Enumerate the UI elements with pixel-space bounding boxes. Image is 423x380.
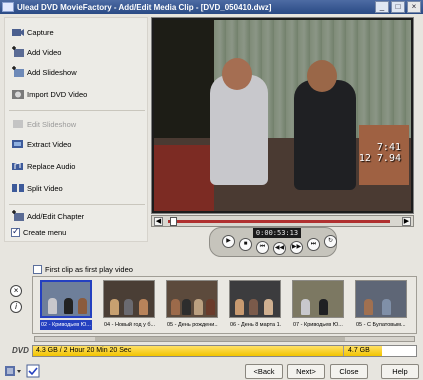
step-forward-button[interactable]: ▶▶ [290, 241, 303, 254]
clip-strip-scroll-thumb[interactable] [95, 337, 345, 341]
clip-thumbnail [355, 280, 407, 318]
import-dvd-video-label: Import DVD Video [27, 89, 88, 99]
repeat-button[interactable]: ↻ [324, 235, 337, 248]
add-slideshow-task[interactable]: Add Slideshow [11, 64, 77, 80]
next-frame-button[interactable]: ⏭ [307, 238, 320, 251]
clip-thumbnail [166, 280, 218, 318]
preview-window: 7:41 12 7.94 [151, 17, 414, 214]
scrub-left-arrow-icon[interactable]: ◀ [154, 217, 163, 226]
replace-audio-icon [11, 160, 25, 172]
clip-thumbnail [229, 280, 281, 318]
video-frame: 7:41 12 7.94 [154, 20, 411, 211]
add-video-task[interactable]: Add Video [11, 44, 61, 60]
project-settings-icon[interactable] [4, 364, 21, 378]
add-slideshow-icon [11, 66, 25, 78]
media-clip[interactable]: 06 - День 8 марта 1... [229, 280, 281, 332]
app-icon [2, 2, 14, 12]
title-bar: Ulead DVD MovieFactory - Add/Edit Media … [0, 0, 423, 14]
step-back-button[interactable]: ◀◀ [273, 242, 286, 255]
replace-audio-label: Replace Audio [27, 161, 76, 171]
dvd-disc-icon [11, 88, 25, 100]
delete-clip-icon[interactable]: × [10, 285, 22, 297]
divider [9, 110, 145, 111]
split-video-label: Split Video [27, 183, 63, 193]
add-video-icon [11, 46, 25, 58]
edit-slideshow-icon [11, 118, 25, 130]
first-clip-label: First clip as first play video [45, 265, 133, 274]
close-window-button[interactable]: × [407, 1, 421, 13]
capture-label: Capture [27, 27, 54, 37]
disc-space-used: 4.3 GB / 2 Hour 20 Min 20 Sec [36, 347, 132, 354]
video-stamp-date: 12 7.94 [358, 153, 401, 164]
add-chapter-icon [11, 210, 25, 222]
scrubber-bar[interactable]: ◀ ▶ [151, 215, 414, 227]
capture-icon [11, 26, 25, 38]
dvd-label: DVD [12, 346, 29, 355]
stop-button[interactable]: ■ [239, 238, 252, 251]
scrub-right-arrow-icon[interactable]: ▶ [402, 217, 411, 226]
disc-capacity: 4.7 GB [343, 346, 370, 356]
split-video-icon [11, 182, 25, 194]
scrub-track[interactable] [168, 220, 390, 223]
add-slideshow-label: Add Slideshow [27, 67, 77, 77]
first-clip-option[interactable]: First clip as first play video [33, 265, 133, 274]
previous-frame-button[interactable]: ⏮ [256, 241, 269, 254]
clip-label: 06 - День 8 марта 1... [229, 320, 281, 330]
media-clip-strip: 02 - Криводьев Ю... 04 - Новый год у б..… [32, 276, 417, 334]
task-panel: Capture Add Video Add Slideshow Import D… [4, 17, 148, 242]
media-clip[interactable]: 02 - Криводьев Ю... [40, 280, 92, 332]
extract-video-icon [11, 138, 25, 150]
clip-thumbnail [40, 280, 92, 318]
clip-label: 05 - С Булатовым... [355, 320, 407, 330]
window-title: Ulead DVD MovieFactory - Add/Edit Media … [17, 2, 272, 12]
edit-slideshow-task[interactable]: Edit Slideshow [11, 116, 76, 132]
create-menu-label: Create menu [23, 227, 67, 237]
media-clip[interactable]: 05 - С Булатовым... [355, 280, 407, 332]
close-button[interactable]: Close [330, 364, 368, 379]
minimize-button[interactable]: _ [375, 1, 389, 13]
help-button[interactable]: Help [381, 364, 419, 379]
media-clip[interactable]: 07 - Криводьев Ю... [292, 280, 344, 332]
play-button[interactable]: ▶ [222, 235, 235, 248]
clip-label: 05 - День рождени... [166, 320, 218, 330]
clip-info-icon[interactable]: i [10, 301, 22, 313]
create-menu-checkbox[interactable] [11, 226, 20, 237]
maximize-button[interactable]: □ [391, 1, 405, 13]
clip-thumbnail [292, 280, 344, 318]
checkmark-icon[interactable] [26, 364, 40, 378]
add-edit-chapter-task[interactable]: Add/Edit Chapter [11, 208, 84, 224]
timecode-display[interactable]: 0:00:53:13 [253, 228, 301, 238]
clip-label: 04 - Новый год у б... [103, 320, 155, 330]
next-button[interactable]: Next> [287, 364, 325, 379]
split-video-task[interactable]: Split Video [11, 180, 63, 196]
clip-thumbnail [103, 280, 155, 318]
replace-audio-task[interactable]: Replace Audio [11, 158, 75, 174]
media-clip[interactable]: 05 - День рождени... [166, 280, 218, 332]
media-clip[interactable]: 04 - Новый год у б... [103, 280, 155, 332]
create-menu-option[interactable]: Create menu [11, 224, 66, 240]
video-stamp-time: 7:41 [376, 142, 401, 153]
back-button[interactable]: <Back [245, 364, 283, 379]
divider [9, 204, 145, 205]
clip-label: 02 - Криводьев Ю... [40, 320, 92, 330]
extract-video-task[interactable]: Extract Video [11, 136, 71, 152]
scrub-thumb[interactable] [170, 217, 177, 226]
extract-video-label: Extract Video [27, 139, 72, 149]
disc-space-bar: 4.3 GB / 2 Hour 20 Min 20 Sec 4.7 GB [32, 345, 417, 357]
clip-strip-scrollbar[interactable] [34, 336, 415, 342]
import-dvd-video-task[interactable]: Import DVD Video [11, 86, 87, 102]
add-video-label: Add Video [27, 47, 62, 57]
first-clip-checkbox[interactable] [33, 265, 42, 274]
capture-task[interactable]: Capture [11, 24, 54, 40]
add-edit-chapter-label: Add/Edit Chapter [27, 211, 85, 221]
clip-label: 07 - Криводьев Ю... [292, 320, 344, 330]
edit-slideshow-label: Edit Slideshow [27, 119, 77, 129]
video-datestamp: 7:41 12 7.94 [359, 142, 401, 164]
